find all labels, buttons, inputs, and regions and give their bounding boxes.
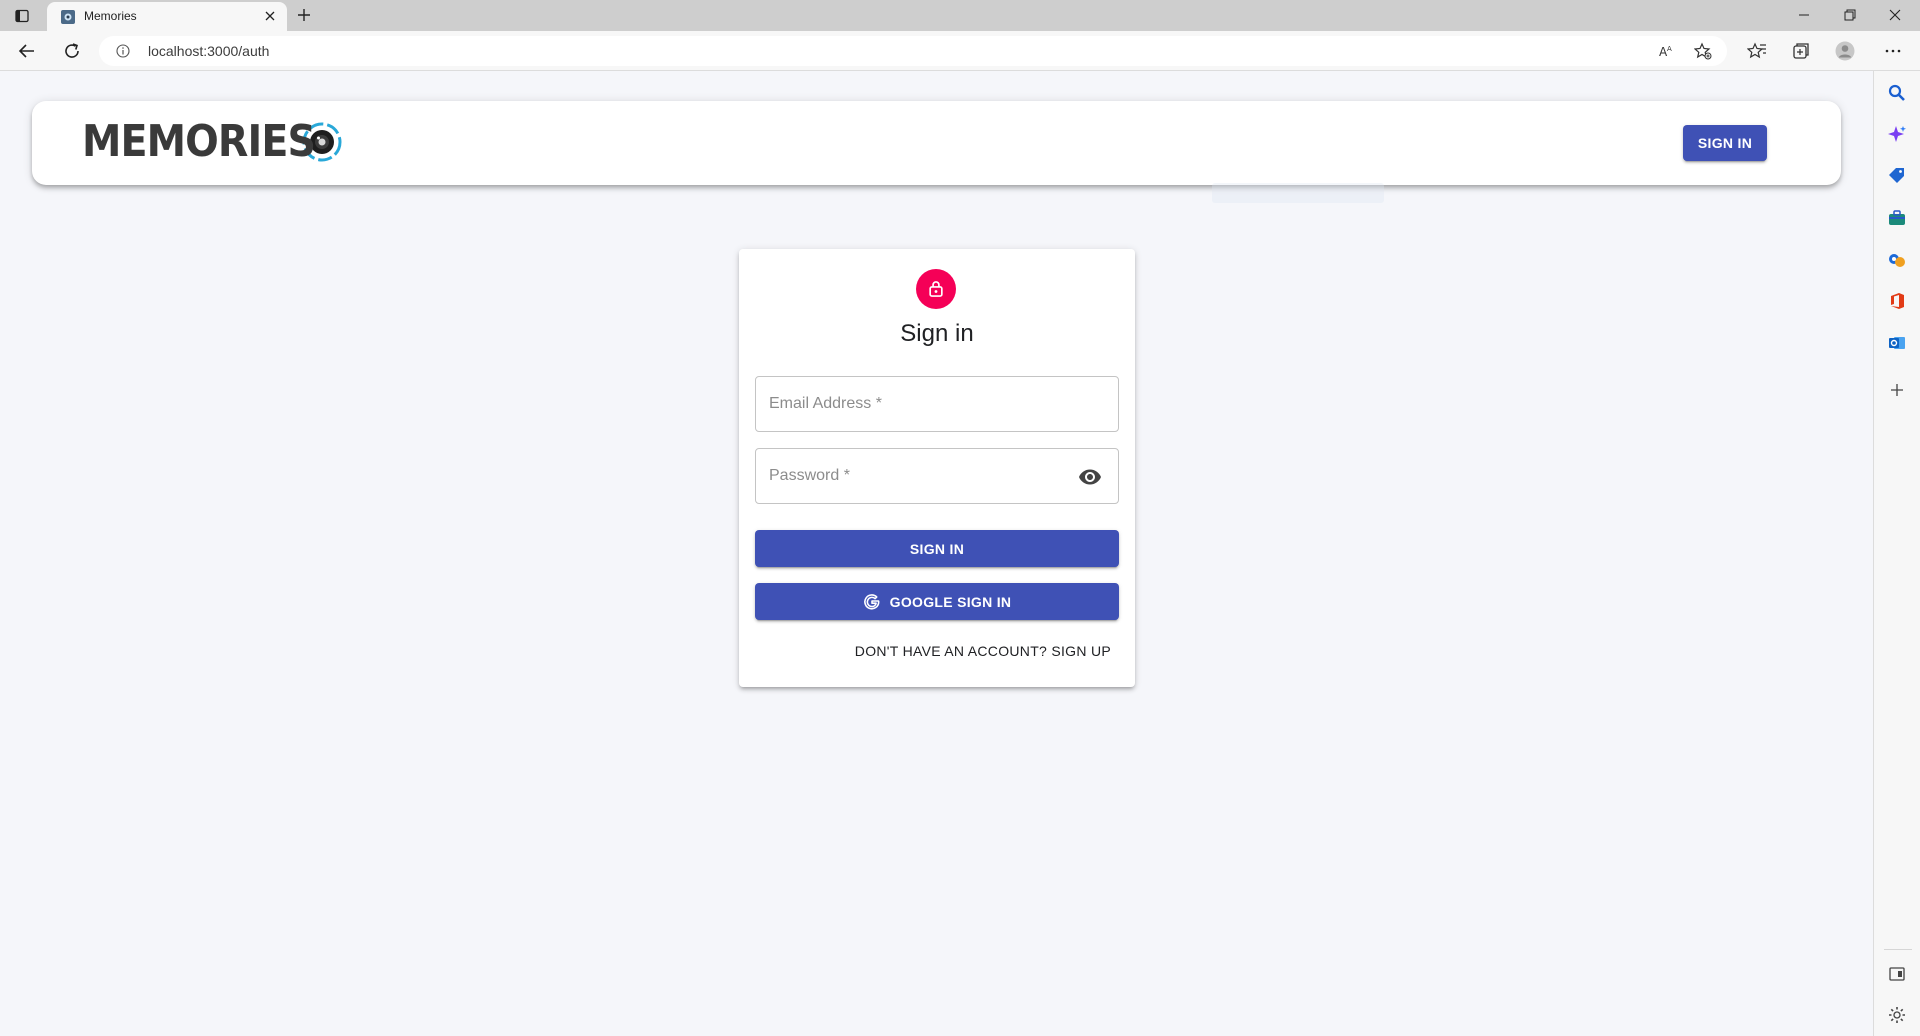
brand[interactable]: MEMORIES [82,117,343,167]
google-g-icon [863,593,880,610]
read-aloud-icon[interactable]: A A [1657,42,1675,60]
svg-text:A: A [1667,45,1672,53]
sign-in-title: Sign in [900,320,974,347]
sidebar-divider [1884,949,1912,950]
more-options-icon[interactable] [1883,41,1903,61]
refresh-icon[interactable] [62,41,82,61]
faded-tooltip [1212,183,1384,203]
shopping-tag-icon[interactable] [1887,166,1907,186]
site-info-icon[interactable] [116,44,130,58]
address-bar[interactable]: localhost:3000/auth A A [99,36,1727,66]
settings-gear-icon[interactable] [1887,1005,1907,1025]
google-sign-in-label: GOOGLE SIGN IN [889,593,1012,610]
tools-briefcase-icon[interactable] [1887,208,1907,228]
password-input[interactable] [756,449,1118,503]
sign-in-submit-button[interactable]: SIGN IN [755,530,1119,567]
collections-icon[interactable] [1791,41,1811,61]
restore-icon[interactable] [1841,6,1859,24]
eye-icon[interactable] [1078,465,1102,489]
edge-sidebar [1873,71,1920,1036]
outlook-icon[interactable] [1887,333,1907,353]
lock-avatar [916,269,956,309]
email-field[interactable] [755,376,1119,432]
password-field[interactable] [755,448,1119,504]
page-content: MEMORIES SIGN IN Sign in Email Address *… [0,71,1873,1036]
tab-close-icon[interactable] [263,9,277,23]
profile-icon[interactable] [1835,41,1855,61]
copilot-icon[interactable] [1887,124,1907,144]
lock-icon [929,281,943,297]
brand-title: MEMORIES [82,116,316,167]
games-icon[interactable] [1887,250,1907,270]
sidebar-layout-icon[interactable] [1887,964,1907,984]
browser-tab[interactable]: Memories [47,2,287,31]
minimize-icon[interactable] [1795,6,1813,24]
header-sign-in-button[interactable]: SIGN IN [1683,125,1767,161]
new-tab-icon[interactable] [296,7,312,23]
window-close-icon[interactable] [1886,6,1904,24]
search-icon[interactable] [1887,83,1907,103]
auth-card: Sign in SIGN IN GOOGLE SIGN IN DON'T HAV… [739,249,1135,687]
favorites-icon[interactable] [1747,41,1767,61]
tab-favicon-icon [61,10,75,24]
tab-actions-icon[interactable] [14,8,30,24]
add-favorite-icon[interactable] [1694,42,1712,60]
office-icon[interactable] [1887,291,1907,311]
tab-title: Memories [84,9,137,23]
email-input[interactable] [756,377,1118,431]
add-sidebar-app-icon[interactable] [1887,380,1907,400]
browser-tabstrip: Memories [0,0,1920,31]
back-icon[interactable] [17,41,37,61]
google-sign-in-button[interactable]: GOOGLE SIGN IN [755,583,1119,620]
address-url[interactable]: localhost:3000/auth [148,43,269,59]
app-header: MEMORIES SIGN IN [32,101,1841,185]
switch-to-sign-up-link[interactable]: DON'T HAVE AN ACCOUNT? SIGN UP [855,643,1111,659]
browser-toolbar: localhost:3000/auth A A [0,31,1920,71]
